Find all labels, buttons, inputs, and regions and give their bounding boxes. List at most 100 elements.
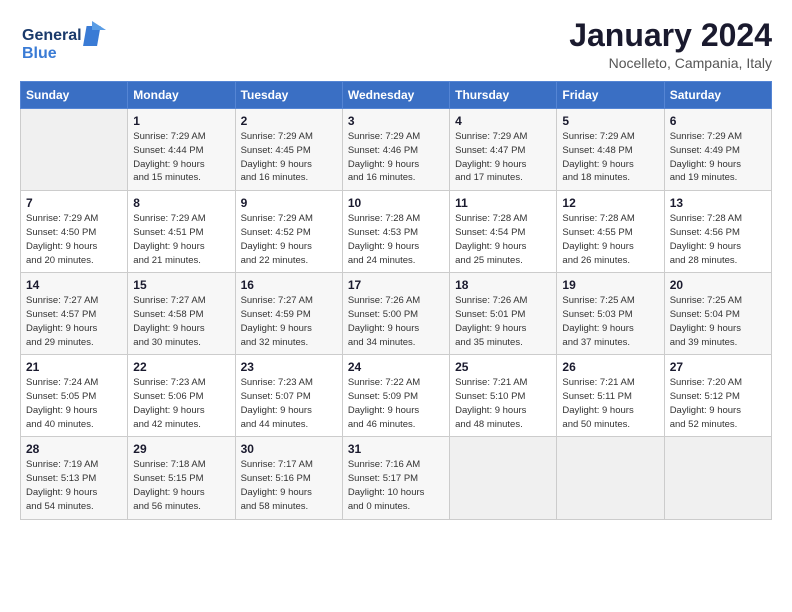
day-info: Sunrise: 7:18 AM Sunset: 5:15 PM Dayligh…	[133, 458, 229, 513]
col-monday: Monday	[128, 82, 235, 109]
day-info: Sunrise: 7:29 AM Sunset: 4:49 PM Dayligh…	[670, 130, 766, 185]
day-info: Sunrise: 7:29 AM Sunset: 4:48 PM Dayligh…	[562, 130, 658, 185]
col-tuesday: Tuesday	[235, 82, 342, 109]
week-row-2: 14Sunrise: 7:27 AM Sunset: 4:57 PM Dayli…	[21, 273, 772, 355]
calendar-cell: 31Sunrise: 7:16 AM Sunset: 5:17 PM Dayli…	[342, 437, 449, 519]
calendar-cell: 2Sunrise: 7:29 AM Sunset: 4:45 PM Daylig…	[235, 109, 342, 191]
day-number: 30	[241, 442, 337, 456]
day-number: 22	[133, 360, 229, 374]
day-number: 21	[26, 360, 122, 374]
calendar-cell: 19Sunrise: 7:25 AM Sunset: 5:03 PM Dayli…	[557, 273, 664, 355]
calendar-cell: 22 Sunrise: 7:23 AM Sunset: 5:06 PM Dayli…	[128, 355, 235, 437]
calendar-cell: 16 Sunrise: 7:27 AM Sunset: 4:59 PM Dayli…	[235, 273, 342, 355]
calendar-cell: 3 Sunrise: 7:29 AM Sunset: 4:46 PM Daylig…	[342, 109, 449, 191]
calendar-cell: 15 Sunrise: 7:27 AM Sunset: 4:58 PM Dayli…	[128, 273, 235, 355]
calendar-cell: 5 Sunrise: 7:29 AM Sunset: 4:48 PM Daylig…	[557, 109, 664, 191]
calendar-cell: 10Sunrise: 7:28 AM Sunset: 4:53 PM Dayli…	[342, 191, 449, 273]
header: General Blue January 2024 Nocelleto, Cam…	[20, 18, 772, 71]
calendar-cell: 4Sunrise: 7:29 AM Sunset: 4:47 PM Daylig…	[450, 109, 557, 191]
calendar-cell: 8 Sunrise: 7:29 AM Sunset: 4:51 PM Daylig…	[128, 191, 235, 273]
day-number: 26	[562, 360, 658, 374]
calendar-cell: 12 Sunrise: 7:28 AM Sunset: 4:55 PM Dayli…	[557, 191, 664, 273]
week-row-4: 28 Sunrise: 7:19 AM Sunset: 5:13 PM Dayli…	[21, 437, 772, 519]
calendar-cell: 24 Sunrise: 7:22 AM Sunset: 5:09 PM Dayli…	[342, 355, 449, 437]
svg-text:Blue: Blue	[22, 45, 57, 62]
calendar-cell: 20 Sunrise: 7:25 AM Sunset: 5:04 PM Dayli…	[664, 273, 771, 355]
month-title: January 2024	[569, 18, 772, 53]
day-number: 7	[26, 196, 122, 210]
day-info: Sunrise: 7:23 AM Sunset: 5:07 PM Dayligh…	[241, 376, 337, 431]
col-saturday: Saturday	[664, 82, 771, 109]
calendar-cell: 27 Sunrise: 7:20 AM Sunset: 5:12 PM Dayli…	[664, 355, 771, 437]
day-number: 27	[670, 360, 766, 374]
day-number: 31	[348, 442, 444, 456]
day-number: 23	[241, 360, 337, 374]
day-info: Sunrise: 7:23 AM Sunset: 5:06 PM Dayligh…	[133, 376, 229, 431]
day-info: Sunrise: 7:28 AM Sunset: 4:53 PM Dayligh…	[348, 212, 444, 267]
day-info: Sunrise: 7:29 AM Sunset: 4:52 PM Dayligh…	[241, 212, 337, 267]
day-info: Sunrise: 7:21 AM Sunset: 5:10 PM Dayligh…	[455, 376, 551, 431]
calendar-cell: 1Sunrise: 7:29 AM Sunset: 4:44 PM Daylig…	[128, 109, 235, 191]
title-block: January 2024 Nocelleto, Campania, Italy	[569, 18, 772, 71]
day-info: Sunrise: 7:21 AM Sunset: 5:11 PM Dayligh…	[562, 376, 658, 431]
page: General Blue January 2024 Nocelleto, Cam…	[0, 0, 792, 612]
day-info: Sunrise: 7:22 AM Sunset: 5:09 PM Dayligh…	[348, 376, 444, 431]
day-info: Sunrise: 7:28 AM Sunset: 4:54 PM Dayligh…	[455, 212, 551, 267]
logo-wordmark: General Blue	[20, 18, 110, 68]
calendar-cell: 28 Sunrise: 7:19 AM Sunset: 5:13 PM Dayli…	[21, 437, 128, 519]
calendar-cell	[557, 437, 664, 519]
day-number: 29	[133, 442, 229, 456]
day-info: Sunrise: 7:25 AM Sunset: 5:04 PM Dayligh…	[670, 294, 766, 349]
calendar-cell: 6 Sunrise: 7:29 AM Sunset: 4:49 PM Daylig…	[664, 109, 771, 191]
day-number: 6	[670, 114, 766, 128]
day-number: 5	[562, 114, 658, 128]
day-number: 20	[670, 278, 766, 292]
day-info: Sunrise: 7:17 AM Sunset: 5:16 PM Dayligh…	[241, 458, 337, 513]
day-number: 13	[670, 196, 766, 210]
calendar-cell: 14Sunrise: 7:27 AM Sunset: 4:57 PM Dayli…	[21, 273, 128, 355]
calendar-cell: 9 Sunrise: 7:29 AM Sunset: 4:52 PM Daylig…	[235, 191, 342, 273]
calendar-cell: 29 Sunrise: 7:18 AM Sunset: 5:15 PM Dayli…	[128, 437, 235, 519]
col-thursday: Thursday	[450, 82, 557, 109]
calendar-cell: 18Sunrise: 7:26 AM Sunset: 5:01 PM Dayli…	[450, 273, 557, 355]
calendar-cell: 21Sunrise: 7:24 AM Sunset: 5:05 PM Dayli…	[21, 355, 128, 437]
location: Nocelleto, Campania, Italy	[569, 55, 772, 71]
day-number: 28	[26, 442, 122, 456]
day-number: 16	[241, 278, 337, 292]
col-friday: Friday	[557, 82, 664, 109]
day-info: Sunrise: 7:29 AM Sunset: 4:44 PM Dayligh…	[133, 130, 229, 185]
day-info: Sunrise: 7:27 AM Sunset: 4:58 PM Dayligh…	[133, 294, 229, 349]
week-row-0: 1Sunrise: 7:29 AM Sunset: 4:44 PM Daylig…	[21, 109, 772, 191]
day-info: Sunrise: 7:26 AM Sunset: 5:00 PM Dayligh…	[348, 294, 444, 349]
day-number: 12	[562, 196, 658, 210]
day-number: 15	[133, 278, 229, 292]
day-info: Sunrise: 7:25 AM Sunset: 5:03 PM Dayligh…	[562, 294, 658, 349]
day-info: Sunrise: 7:29 AM Sunset: 4:46 PM Dayligh…	[348, 130, 444, 185]
day-number: 4	[455, 114, 551, 128]
week-row-1: 7 Sunrise: 7:29 AM Sunset: 4:50 PM Daylig…	[21, 191, 772, 273]
day-info: Sunrise: 7:20 AM Sunset: 5:12 PM Dayligh…	[670, 376, 766, 431]
day-number: 9	[241, 196, 337, 210]
day-info: Sunrise: 7:27 AM Sunset: 4:59 PM Dayligh…	[241, 294, 337, 349]
day-number: 11	[455, 196, 551, 210]
day-number: 24	[348, 360, 444, 374]
calendar-cell: 25 Sunrise: 7:21 AM Sunset: 5:10 PM Dayli…	[450, 355, 557, 437]
day-info: Sunrise: 7:19 AM Sunset: 5:13 PM Dayligh…	[26, 458, 122, 513]
day-number: 17	[348, 278, 444, 292]
calendar-cell: 26 Sunrise: 7:21 AM Sunset: 5:11 PM Dayli…	[557, 355, 664, 437]
calendar-cell: 17 Sunrise: 7:26 AM Sunset: 5:00 PM Dayli…	[342, 273, 449, 355]
calendar-cell: 23 Sunrise: 7:23 AM Sunset: 5:07 PM Dayli…	[235, 355, 342, 437]
day-number: 8	[133, 196, 229, 210]
col-wednesday: Wednesday	[342, 82, 449, 109]
day-number: 25	[455, 360, 551, 374]
week-row-3: 21Sunrise: 7:24 AM Sunset: 5:05 PM Dayli…	[21, 355, 772, 437]
day-info: Sunrise: 7:29 AM Sunset: 4:50 PM Dayligh…	[26, 212, 122, 267]
day-info: Sunrise: 7:28 AM Sunset: 4:56 PM Dayligh…	[670, 212, 766, 267]
day-info: Sunrise: 7:27 AM Sunset: 4:57 PM Dayligh…	[26, 294, 122, 349]
svg-text:General: General	[22, 27, 82, 44]
day-info: Sunrise: 7:26 AM Sunset: 5:01 PM Dayligh…	[455, 294, 551, 349]
logo: General Blue	[20, 18, 110, 68]
day-number: 3	[348, 114, 444, 128]
day-info: Sunrise: 7:28 AM Sunset: 4:55 PM Dayligh…	[562, 212, 658, 267]
day-info: Sunrise: 7:29 AM Sunset: 4:51 PM Dayligh…	[133, 212, 229, 267]
